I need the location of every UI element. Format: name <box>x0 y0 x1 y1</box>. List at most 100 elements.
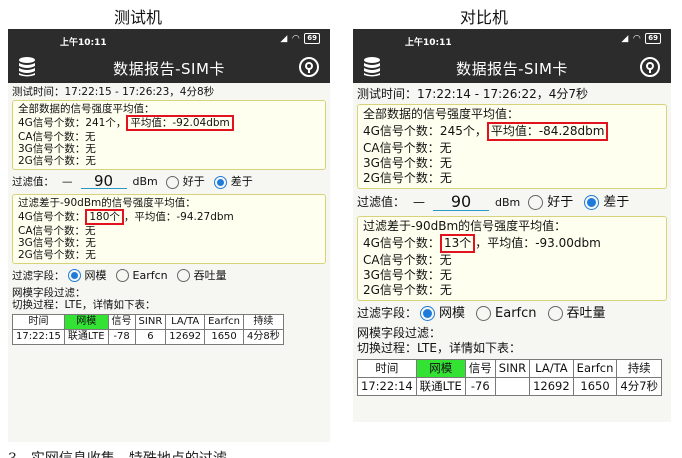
cell-signal: -76 <box>464 377 496 396</box>
cell-earfcn: 1650 <box>204 329 245 345</box>
header-cell: 时间 <box>357 359 417 378</box>
network-filter-label: 网模字段过滤： <box>357 326 442 340</box>
header-cell: LA/TA <box>165 314 206 330</box>
switch-info: 切换过程：LTE，详情如下表： <box>357 341 521 355</box>
battery-icon: 69 <box>304 33 320 44</box>
filter-row: 过滤值： — 90 dBm 好于 差于 <box>357 194 667 211</box>
radio-better[interactable]: 好于 <box>525 195 573 210</box>
cell-network: 联通LTE <box>415 377 466 396</box>
header-cell: LA/TA <box>529 359 574 378</box>
test-time: 测试时间：17:22:15 - 17:26:23，4分8秒 <box>12 86 215 98</box>
cell-sinr: 6 <box>134 329 167 345</box>
filtered-summary: 过滤差于-90dBm的信号强度平均值： 4G信号个数： 13个 ，平均值：-93.0… <box>357 216 667 301</box>
g3-count: 3G信号个数：无 <box>18 237 96 249</box>
filter-unit: dBm <box>132 175 158 188</box>
radio-off-icon <box>176 269 190 282</box>
table-header-row: 时间 网模 信号 SINR LA/TA Earfcn 持续 <box>357 359 663 378</box>
header-cell: 持续 <box>616 359 663 378</box>
ca-count: CA信号个数：无 <box>18 131 96 143</box>
g2-count: 2G信号个数：无 <box>18 155 96 167</box>
header-cell: 信号 <box>107 314 136 330</box>
summary-title: 全部数据的信号强度平均值： <box>363 107 520 121</box>
radio-on-icon <box>420 306 436 321</box>
radio-throughput[interactable]: 吞吐量 <box>174 269 227 282</box>
g4-count-highlight: 13个 <box>439 234 476 253</box>
status-time: 上午10:11 <box>60 38 107 48</box>
location-icon[interactable] <box>639 56 661 78</box>
ca-count: CA信号个数：无 <box>18 225 96 237</box>
radio-worse[interactable]: 差于 <box>211 175 253 189</box>
filter-unit: dBm <box>495 196 521 209</box>
table-row: 17:22:14 联通LTE -76 12692 1650 4分7秒 <box>357 377 663 396</box>
header-cell-highlight: 网模 <box>63 314 109 330</box>
cell-duration: 4分8秒 <box>243 329 284 345</box>
radio-network-mode[interactable]: 网模 <box>65 269 107 282</box>
header-cell: Earfcn <box>204 314 245 330</box>
cell-duration: 4分7秒 <box>616 377 663 396</box>
ca-count: CA信号个数：无 <box>363 253 452 267</box>
switch-info: 切换过程：LTE，详情如下表： <box>12 299 156 311</box>
cell-network: 联通LTE <box>63 329 109 345</box>
radio-off-icon <box>165 175 179 189</box>
app-title-bar: 数据报告-SIM卡 <box>353 51 671 83</box>
test-time: 测试时间：17:22:14 - 17:26:22，4分7秒 <box>357 87 589 101</box>
g4-count-label: 4G信号个数： <box>363 236 440 250</box>
heading-test-device: 测试机 <box>114 8 163 27</box>
detail-table: 时间 网模 信号 SINR LA/TA Earfcn 持续 17:22:15 联… <box>12 314 284 345</box>
g4-count: 4G信号个数：241个， <box>18 117 127 129</box>
g4-count-highlight: 180个 <box>85 209 124 225</box>
g3-count: 3G信号个数：无 <box>363 268 452 282</box>
g4-average-highlight: 平均值：-84.28dbm <box>486 122 609 141</box>
signal-icon: ◢ <box>621 33 629 44</box>
radio-earfcn[interactable]: Earfcn <box>113 269 168 282</box>
minus-sign: — <box>413 195 426 209</box>
field-row: 过滤字段： 网模 Earfcn 吞吐量 <box>12 269 326 282</box>
header-cell: SINR <box>134 314 167 330</box>
filtered-title: 过滤差于-90dBm的信号强度平均值： <box>18 197 196 209</box>
status-time: 上午10:11 <box>405 38 452 48</box>
g2-count: 2G信号个数：无 <box>18 249 96 261</box>
field-row: 过滤字段： 网模 Earfcn 吞吐量 <box>357 306 667 321</box>
caption-text: 3、实网信息收集，特殊地点的过滤 <box>8 448 227 458</box>
status-bar: 上午10:11 ◢ ◠ 69 <box>8 29 330 51</box>
cell-lata: 12692 <box>165 329 206 345</box>
header-cell: 信号 <box>464 359 496 378</box>
app-title-bar: 数据报告-SIM卡 <box>8 51 330 83</box>
radio-on-icon <box>584 195 600 210</box>
ca-count: CA信号个数：无 <box>363 141 452 155</box>
g4-count-label: 4G信号个数： <box>18 211 86 223</box>
cell-sinr <box>494 377 531 396</box>
cell-signal: -78 <box>107 329 136 345</box>
header-cell-highlight: 网模 <box>415 359 466 378</box>
g4-average: ，平均值：-93.00dbm <box>475 236 601 250</box>
filtered-summary: 过滤差于-90dBm的信号强度平均值： 4G信号个数： 180个 ，平均值：-94.… <box>12 194 326 264</box>
radio-off-icon <box>528 195 544 210</box>
radio-throughput[interactable]: 吞吐量 <box>545 306 606 321</box>
radio-worse[interactable]: 差于 <box>581 195 629 210</box>
radio-off-icon <box>547 306 563 321</box>
field-label: 过滤字段： <box>12 269 65 282</box>
field-label: 过滤字段： <box>357 306 418 320</box>
radio-network-mode[interactable]: 网模 <box>417 306 465 321</box>
radio-better[interactable]: 好于 <box>163 175 205 189</box>
filter-value-input[interactable]: 90 <box>433 194 490 211</box>
g4-average-highlight: 平均值：-92.04dbm <box>126 115 234 131</box>
battery-icon: 69 <box>645 33 661 44</box>
cell-time: 17:22:14 <box>357 377 417 396</box>
filter-value-input[interactable]: 90 <box>80 174 127 189</box>
signal-icon: ◢ <box>280 33 288 44</box>
radio-on-icon <box>67 269 81 282</box>
radio-on-icon <box>213 175 227 189</box>
filtered-title: 过滤差于-90dBm的信号强度平均值： <box>363 219 567 233</box>
g4-average: ，平均值：-94.27dbm <box>123 211 234 223</box>
summary-title: 全部数据的信号强度平均值： <box>18 103 155 115</box>
radio-off-icon <box>476 306 492 321</box>
radio-earfcn[interactable]: Earfcn <box>473 306 537 321</box>
header-cell: 持续 <box>243 314 284 330</box>
wifi-icon: ◠ <box>292 33 300 44</box>
minus-sign: — <box>62 176 73 188</box>
filter-label: 过滤值： <box>12 176 54 188</box>
g2-count: 2G信号个数：无 <box>363 171 452 185</box>
location-icon[interactable] <box>298 56 320 78</box>
header-cell: SINR <box>494 359 531 378</box>
